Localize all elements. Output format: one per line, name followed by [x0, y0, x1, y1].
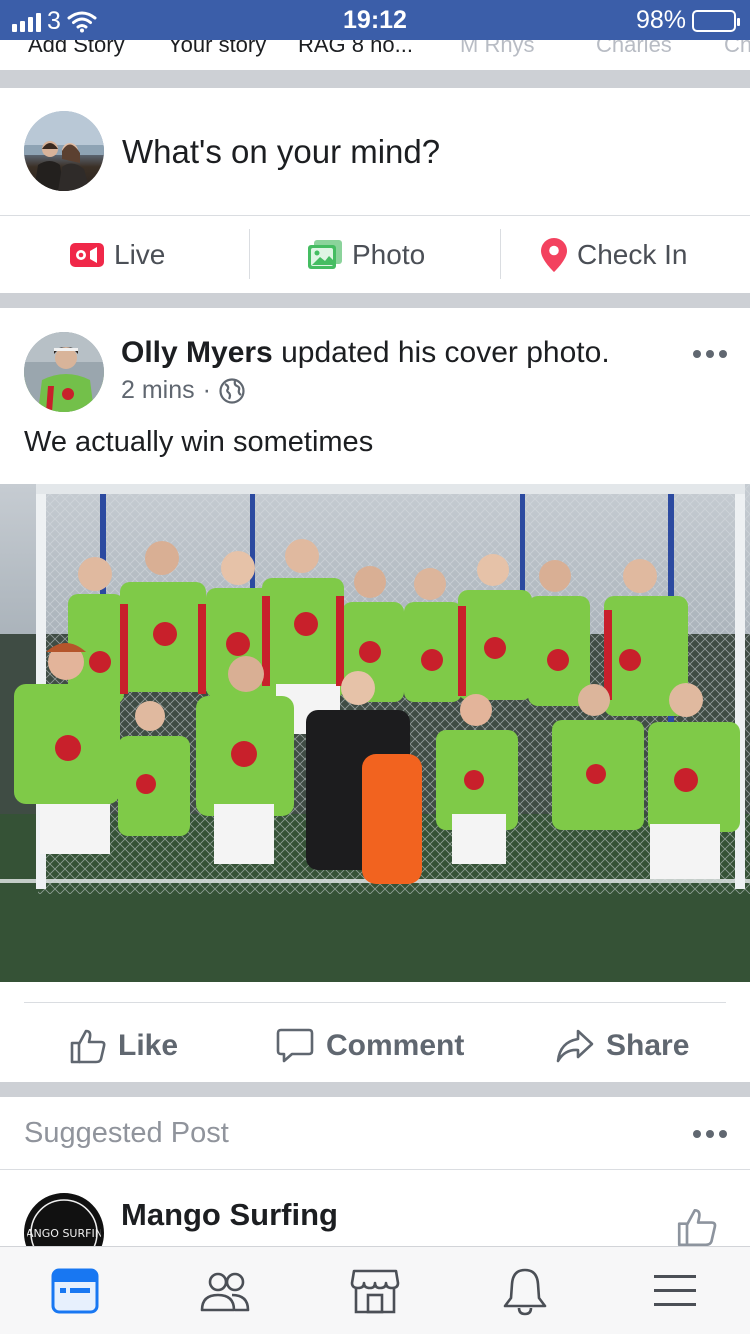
like-label: Like [118, 1029, 179, 1062]
cover-photo[interactable] [0, 484, 750, 982]
photo-label: Photo [352, 239, 426, 270]
story-label[interactable]: Charles [596, 40, 672, 58]
status-bar: 3 19:12 98% [0, 0, 750, 40]
like-button[interactable]: Like [70, 1022, 178, 1070]
live-video-icon [70, 243, 104, 267]
comment-icon [276, 1028, 314, 1063]
story-label[interactable]: Ch [724, 40, 750, 58]
user-avatar[interactable] [24, 111, 104, 191]
post-time[interactable]: 2 mins [121, 376, 195, 405]
post-caption: We actually win sometimes [24, 426, 374, 458]
news-feed-icon [51, 1268, 99, 1314]
author-name[interactable]: Olly Myers [121, 336, 273, 369]
story-label[interactable]: RAG 8 ho... [298, 40, 413, 58]
globe-icon [219, 377, 245, 404]
story-label[interactable]: Your story [168, 40, 266, 58]
divider [249, 229, 250, 279]
post-meta: 2 mins · [121, 376, 245, 405]
meta-separator: · [202, 376, 211, 404]
section-divider [0, 293, 750, 308]
author-avatar[interactable] [24, 332, 104, 412]
tab-news-feed[interactable] [49, 1265, 101, 1317]
story-label[interactable]: M Rhys [460, 40, 535, 58]
tab-notifications[interactable] [499, 1265, 551, 1317]
checkin-label: Check In [577, 239, 688, 270]
facebook-feed-screen: 3 19:12 98% Add Story Your story RAG 8 h… [0, 0, 750, 1334]
divider [500, 229, 501, 279]
post-header: Olly Myers updated his cover photo. [121, 336, 610, 370]
composer-prompt[interactable]: What's on your mind? [122, 133, 440, 171]
post-options-button[interactable] [693, 350, 727, 358]
reaction-divider [24, 1002, 726, 1003]
thumbs-up-icon [70, 1029, 106, 1064]
comment-button[interactable]: Comment [276, 1022, 464, 1070]
tab-menu[interactable] [649, 1265, 701, 1317]
post-composer[interactable]: What's on your mind? [0, 88, 750, 215]
bottom-tab-bar [0, 1246, 750, 1334]
post-action: updated his cover photo. [281, 336, 610, 369]
photo-icon [308, 240, 342, 269]
page-name[interactable]: Mango Surfing [121, 1197, 338, 1233]
share-label: Share [606, 1029, 690, 1062]
section-divider [0, 70, 750, 88]
story-label[interactable]: Add Story [28, 40, 125, 58]
live-label: Live [114, 239, 166, 270]
menu-icon [654, 1275, 696, 1306]
battery-percent: 98% [635, 6, 686, 34]
suggested-options-button[interactable] [693, 1130, 727, 1138]
checkin-button[interactable]: Check In [541, 216, 688, 294]
battery-icon [692, 9, 740, 32]
tab-friends[interactable] [199, 1265, 251, 1317]
feed-post: Olly Myers updated his cover photo. 2 mi… [0, 308, 750, 1082]
marketplace-icon [350, 1269, 400, 1314]
status-right: 98% [635, 6, 740, 35]
share-button[interactable]: Share [556, 1022, 689, 1070]
logo-wordmark: MANGO SURFING [27, 1227, 101, 1240]
notifications-icon [503, 1268, 547, 1316]
divider [0, 1169, 750, 1170]
stories-strip[interactable]: Add Story Your story RAG 8 ho... M Rhys … [0, 40, 750, 70]
share-icon [556, 1029, 594, 1063]
thumbs-up-icon [677, 1209, 717, 1247]
suggested-post: Suggested Post MANGO SURFING Mango Surfi… [0, 1097, 750, 1273]
live-button[interactable]: Live [70, 216, 165, 294]
friends-icon [200, 1272, 250, 1312]
location-pin-icon [541, 238, 567, 272]
section-divider [0, 1082, 750, 1097]
suggested-label: Suggested Post [24, 1117, 229, 1149]
composer-actions: Live Photo Check In [0, 215, 750, 293]
tab-marketplace[interactable] [349, 1265, 401, 1317]
comment-label: Comment [326, 1029, 465, 1062]
photo-button[interactable]: Photo [308, 216, 425, 294]
